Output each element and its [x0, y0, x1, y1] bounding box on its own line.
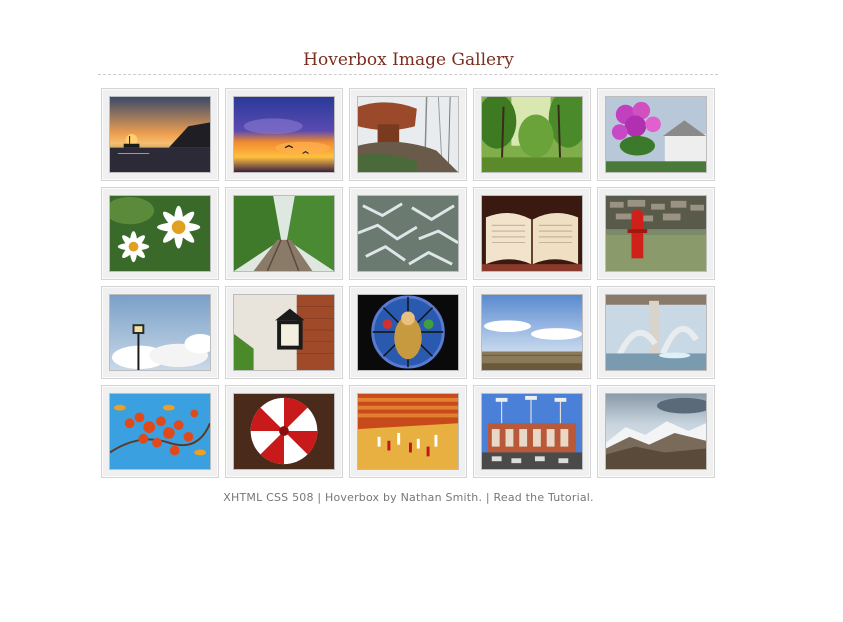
gallery-photo [357, 294, 459, 371]
gallery-item[interactable] [473, 385, 591, 478]
gallery-photo [357, 96, 459, 173]
gallery-item[interactable] [225, 286, 343, 379]
gallery-item[interactable] [101, 187, 219, 280]
gallery-photo [605, 393, 707, 470]
section-508-link[interactable]: 508 [292, 491, 314, 504]
gallery-photo [109, 294, 211, 371]
gallery-item[interactable] [473, 88, 591, 181]
hoverbox-link[interactable]: Hoverbox [325, 491, 379, 504]
css-link[interactable]: CSS [266, 491, 288, 504]
gallery-photo [605, 294, 707, 371]
gallery-item[interactable] [349, 286, 467, 379]
gallery-photo [481, 393, 583, 470]
footer: XHTML CSS 508 | Hoverbox by Nathan Smith… [0, 491, 817, 504]
footer-read-text: Read the [493, 491, 548, 504]
footer-separator: | [482, 491, 494, 504]
gallery-item[interactable] [225, 88, 343, 181]
gallery-photo [605, 195, 707, 272]
gallery-photo [109, 393, 211, 470]
gallery-item[interactable] [597, 286, 715, 379]
gallery-item[interactable] [101, 286, 219, 379]
gallery-photo [481, 96, 583, 173]
gallery-item[interactable] [597, 385, 715, 478]
tutorial-link[interactable]: Tutorial [548, 491, 590, 504]
gallery-item[interactable] [225, 187, 343, 280]
gallery-item[interactable] [349, 385, 467, 478]
author-link[interactable]: Nathan Smith [401, 491, 479, 504]
gallery-photo [233, 294, 335, 371]
gallery-item[interactable] [349, 187, 467, 280]
gallery-item[interactable] [101, 88, 219, 181]
gallery-item[interactable] [225, 385, 343, 478]
gallery-photo [109, 96, 211, 173]
gallery-photo [481, 195, 583, 272]
footer-separator: | [313, 491, 325, 504]
gallery-item[interactable] [597, 88, 715, 181]
gallery-photo [233, 393, 335, 470]
gallery-photo [233, 96, 335, 173]
gallery-item[interactable] [349, 88, 467, 181]
gallery-item[interactable] [597, 187, 715, 280]
gallery-item[interactable] [473, 286, 591, 379]
page-title: Hoverbox Image Gallery [303, 50, 514, 70]
gallery-photo [109, 195, 211, 272]
title-divider [98, 74, 718, 75]
image-gallery [101, 88, 721, 478]
xhtml-link[interactable]: XHTML [223, 491, 262, 504]
gallery-photo [605, 96, 707, 173]
footer-period: . [590, 491, 594, 504]
footer-by-text: by [379, 491, 401, 504]
gallery-photo [357, 393, 459, 470]
gallery-photo [481, 294, 583, 371]
gallery-item[interactable] [101, 385, 219, 478]
gallery-photo [357, 195, 459, 272]
gallery-item[interactable] [473, 187, 591, 280]
gallery-photo [233, 195, 335, 272]
